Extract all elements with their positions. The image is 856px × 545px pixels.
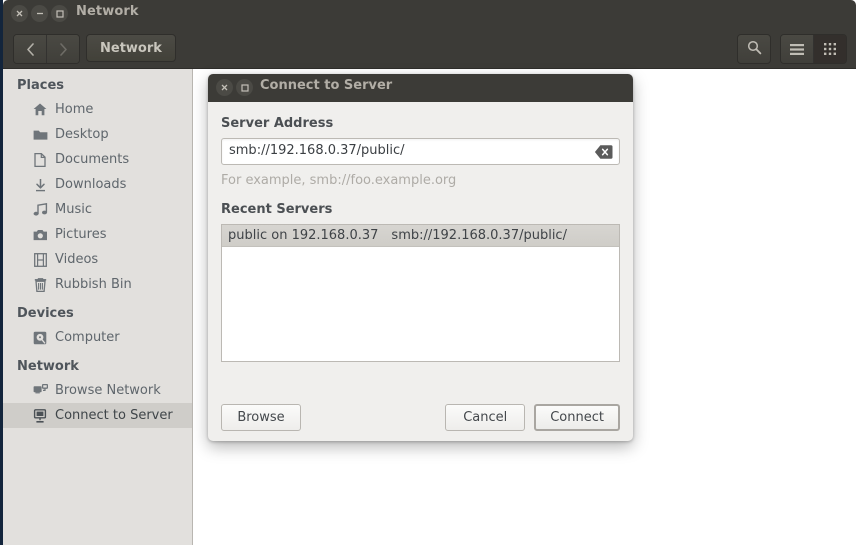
window-titlebar: Network [3,0,856,28]
recent-servers-label: Recent Servers [221,202,333,217]
dialog-window-controls [216,79,253,96]
sidebar-item-label: Documents [55,152,130,167]
network-browse-icon [32,383,48,399]
sidebar-item-videos[interactable]: Videos [3,247,192,272]
close-button[interactable] [11,5,28,22]
server-address-value: smb://192.168.0.37/public/ [229,143,405,158]
sidebar-item-label: Rubbish Bin [55,277,132,292]
server-address-label: Server Address [221,116,334,131]
search-button[interactable] [737,34,771,64]
sidebar-item-label: Computer [55,330,120,345]
search-icon [747,40,762,59]
recent-servers-list[interactable]: public on 192.168.0.37 smb://192.168.0.3… [221,224,620,362]
sidebar-item-label: Pictures [55,227,107,242]
desktop-root: Network Network Places Home Desktop Docu… [0,0,856,545]
back-button[interactable] [14,35,46,63]
sidebar-item-computer[interactable]: Computer [3,325,192,350]
server-address-input[interactable]: smb://192.168.0.37/public/ [221,138,620,165]
toolbar-right-group [737,34,847,64]
folder-icon [32,127,48,143]
dialog-close-button[interactable] [216,79,233,96]
window-title: Network [76,4,139,19]
home-icon [32,102,48,118]
document-icon [32,152,48,168]
sidebar-item-label: Desktop [55,127,109,142]
sidebar: Places Home Desktop Documents Downloads … [3,69,193,545]
dialog-body: Server Address smb://192.168.0.37/public… [208,102,633,362]
server-icon [32,408,48,424]
minimize-button[interactable] [31,5,48,22]
sidebar-heading-network: Network [17,359,79,374]
sidebar-item-label: Downloads [55,177,127,192]
connect-button[interactable]: Connect [534,403,620,431]
file-manager-window: Network Network Places Home Desktop Docu… [3,0,856,545]
sidebar-item-label: Videos [55,252,99,267]
trash-icon [32,277,48,293]
window-controls [11,5,68,22]
film-icon [32,252,48,268]
maximize-button[interactable] [51,5,68,22]
sidebar-item-pictures[interactable]: Pictures [3,222,192,247]
camera-icon [32,227,48,243]
dialog-maximize-button[interactable] [236,79,253,96]
download-icon [32,177,48,193]
sidebar-heading-devices: Devices [17,306,74,321]
cancel-button[interactable]: Cancel [445,403,526,431]
list-icon [790,40,804,59]
toolbar: Network [3,28,856,69]
sidebar-item-music[interactable]: Music [3,197,192,222]
recent-server-uri: smb://192.168.0.37/public/ [391,228,567,243]
sidebar-item-desktop[interactable]: Desktop [3,122,192,147]
sidebar-item-home[interactable]: Home [3,97,192,122]
browse-button[interactable]: Browse [221,403,301,431]
sidebar-item-connect-to-server[interactable]: Connect to Server [3,403,192,428]
breadcrumb[interactable]: Network [86,34,176,62]
sidebar-item-rubbish-bin[interactable]: Rubbish Bin [3,272,192,297]
sidebar-item-label: Connect to Server [55,408,173,423]
sidebar-item-documents[interactable]: Documents [3,147,192,172]
sidebar-item-browse-network[interactable]: Browse Network [3,378,192,403]
dialog-titlebar: Connect to Server [208,74,633,102]
list-view-button[interactable] [781,35,813,63]
clear-text-icon[interactable] [594,144,613,160]
server-address-hint: For example, smb://foo.example.org [221,173,457,188]
dialog-title: Connect to Server [260,78,393,93]
navigation-buttons [13,34,80,64]
forward-button[interactable] [46,35,79,63]
connect-to-server-dialog: Connect to Server Server Address smb://1… [208,74,633,441]
sidebar-item-label: Browse Network [55,383,161,398]
dialog-action-bar: Browse Cancel Connect [208,393,633,441]
list-item[interactable]: public on 192.168.0.37 smb://192.168.0.3… [222,225,619,247]
sidebar-item-downloads[interactable]: Downloads [3,172,192,197]
computer-disk-icon [32,330,48,346]
grid-view-button[interactable] [813,35,846,63]
sidebar-item-label: Home [55,102,94,117]
sidebar-heading-places: Places [17,78,65,93]
sidebar-item-label: Music [55,202,92,217]
grid-icon [824,40,836,59]
music-icon [32,202,48,218]
recent-server-name: public on 192.168.0.37 [228,228,379,243]
view-mode-group [780,34,847,64]
